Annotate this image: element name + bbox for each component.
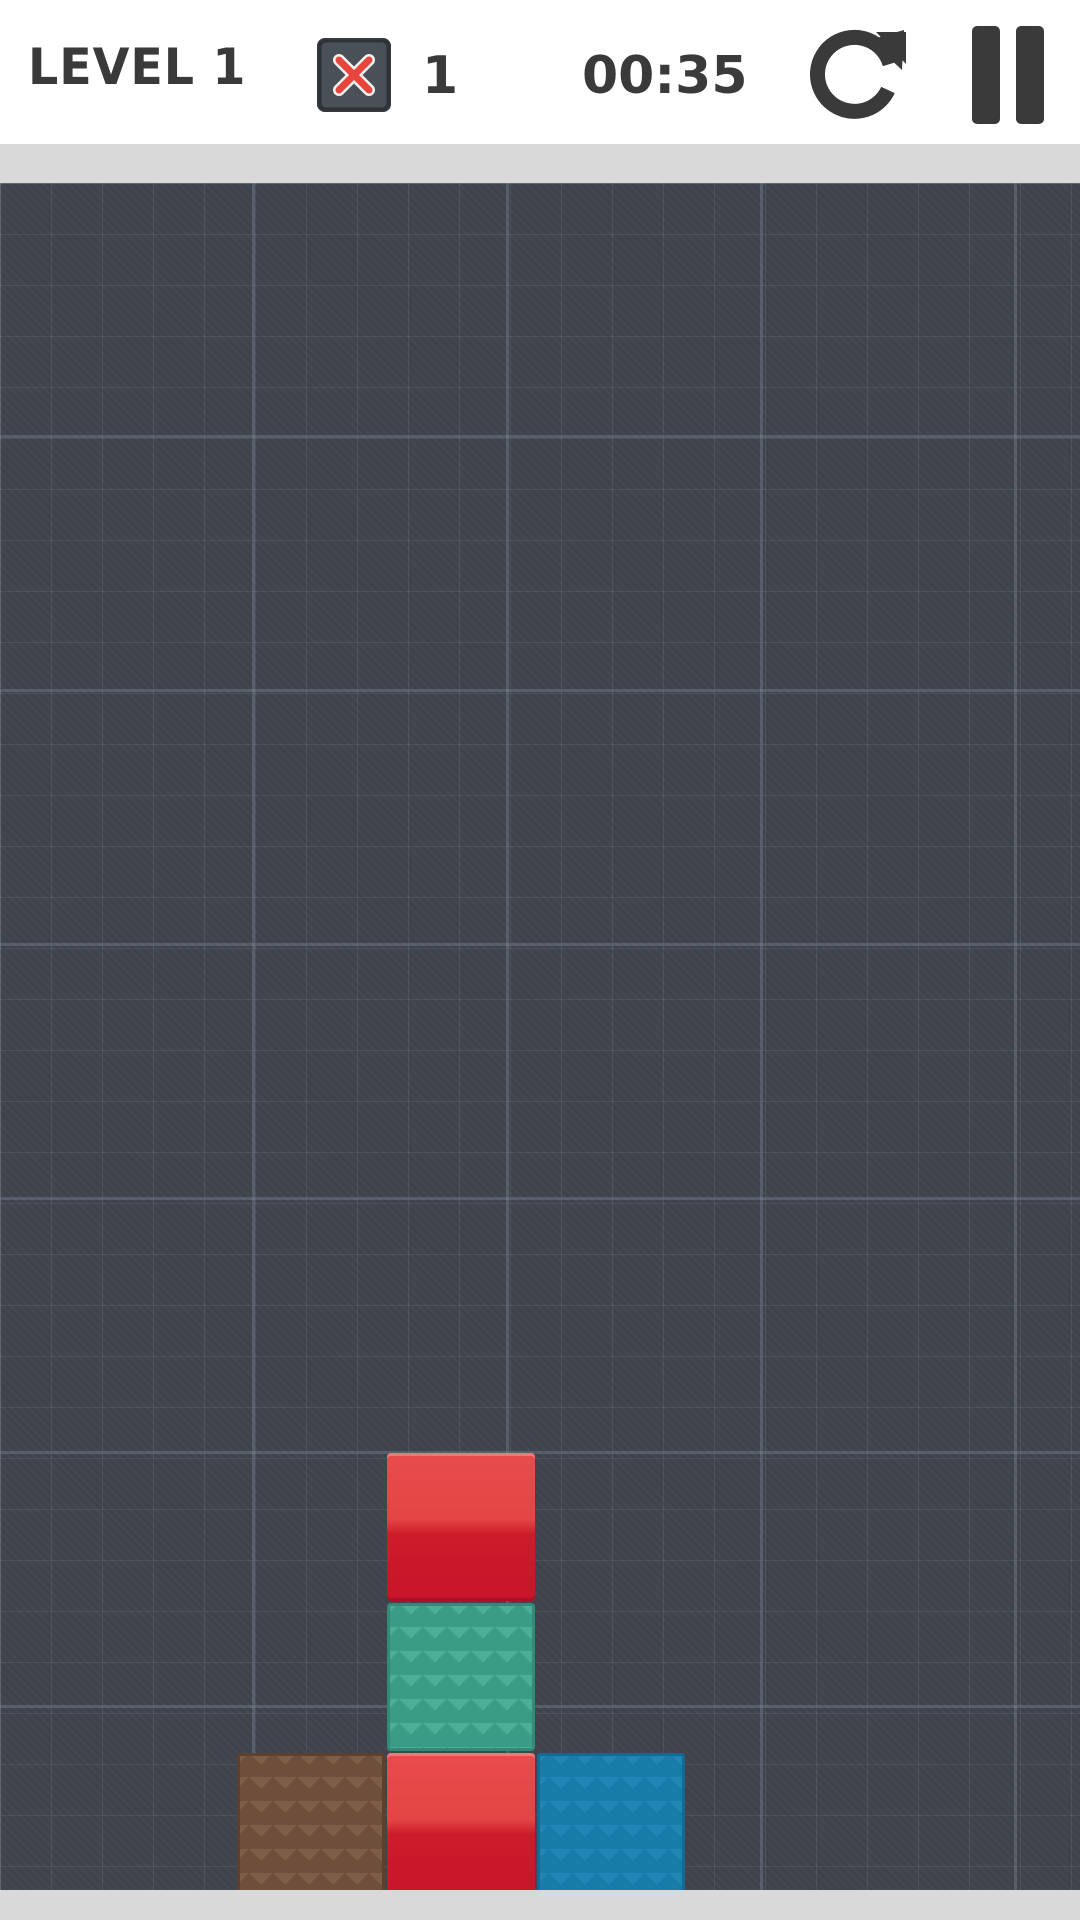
hud-bar: LEVEL 1 1 00:35	[0, 0, 1080, 144]
teal-block[interactable]	[387, 1603, 535, 1751]
game-board[interactable]	[0, 183, 1080, 1890]
x-bomb-icon[interactable]	[317, 38, 391, 112]
timer: 00:35	[582, 46, 748, 106]
brown-block[interactable]	[237, 1753, 385, 1890]
hud-divider	[0, 144, 1080, 183]
bomb-count: 1	[422, 46, 459, 106]
restart-button[interactable]	[806, 24, 908, 126]
game-screen: LEVEL 1 1 00:35	[0, 0, 1080, 1920]
red-block[interactable]	[387, 1453, 535, 1601]
blue-block[interactable]	[537, 1753, 685, 1890]
restart-icon	[809, 29, 906, 119]
level-label: LEVEL 1	[28, 38, 247, 96]
red-block[interactable]	[387, 1753, 535, 1890]
pause-button[interactable]	[968, 26, 1048, 124]
bottom-bar	[0, 1890, 1080, 1920]
